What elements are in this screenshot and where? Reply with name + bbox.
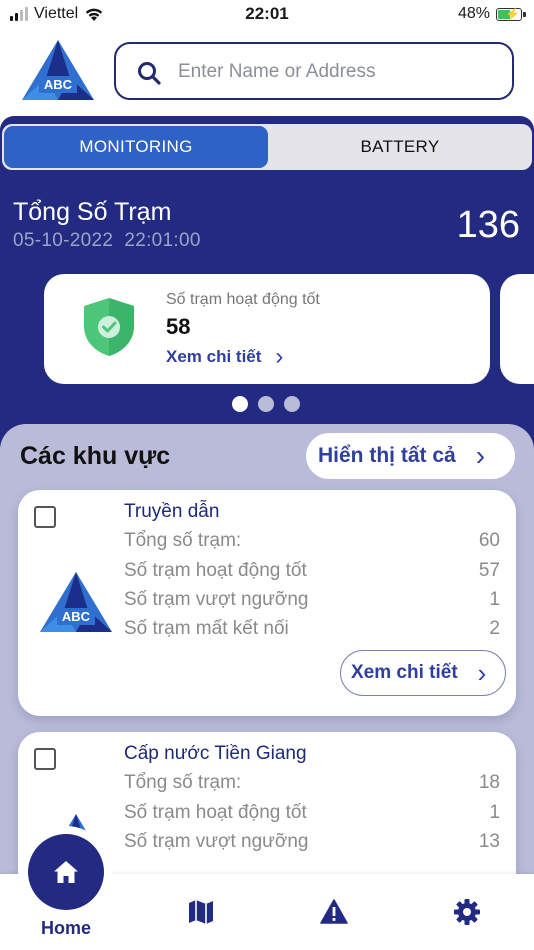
stat-label: Số trạm vượt ngưỡng — [124, 831, 309, 852]
total-stations-title: Tổng Số Trạm — [13, 198, 172, 226]
status-time: 22:01 — [245, 4, 289, 23]
warning-icon[interactable] — [320, 898, 348, 926]
carousel-dot[interactable] — [258, 396, 274, 412]
carousel-dot[interactable] — [284, 396, 300, 412]
area-checkbox[interactable] — [34, 748, 56, 770]
stat-row: Tổng số trạm: 60 — [124, 530, 500, 552]
stat-label: Tổng số trạm: — [124, 530, 242, 551]
stat-row: Số trạm vượt ngưỡng 1 — [124, 589, 500, 611]
stat-label: Số trạm vượt ngưỡng — [124, 589, 309, 610]
stat-label: Số trạm hoạt động tốt — [124, 560, 307, 581]
stat-value: 18 — [478, 772, 500, 793]
battery-percent: 48% — [457, 5, 490, 22]
area-detail-label: Xem chi tiết — [351, 662, 458, 683]
area-detail-button[interactable]: Xem chi tiết › — [340, 650, 506, 696]
status-card[interactable]: Số trạm hoạt động tốt 58 Xem chi tiết › — [44, 274, 490, 384]
home-icon — [54, 861, 78, 883]
stat-value: 2 — [489, 618, 500, 639]
stat-row: Số trạm vượt ngưỡng 13 — [124, 831, 500, 853]
chevron-right-icon: › — [477, 658, 487, 688]
stat-row: Số trạm hoạt động tốt 1 — [124, 802, 500, 824]
area-name: Truyền dẫn — [124, 501, 220, 522]
status-card-detail-label: Xem chi tiết — [166, 347, 262, 366]
tab-bar: MONITORING BATTERY — [2, 124, 532, 170]
stat-value: 57 — [478, 560, 500, 581]
total-stations-datetime: 05-10-2022 22:01:00 — [13, 230, 201, 251]
next-status-card[interactable] — [500, 274, 534, 384]
tab-monitoring[interactable]: MONITORING — [4, 126, 268, 168]
search-box[interactable] — [114, 42, 514, 100]
stat-label: Tổng số trạm: — [124, 772, 242, 793]
chevron-right-icon: › — [275, 343, 284, 370]
area-card[interactable]: ABC Truyền dẫn Tổng số trạm: 60 Số trạm … — [18, 490, 516, 716]
area-checkbox[interactable] — [34, 506, 56, 528]
area-name: Cấp nước Tiền Giang — [124, 743, 307, 764]
map-icon[interactable] — [187, 898, 215, 926]
shield-check-icon — [84, 298, 134, 356]
status-bar: Viettel 22:01 48% ⚡ — [0, 0, 534, 30]
status-card-label: Số trạm hoạt động tốt — [166, 291, 320, 308]
tab-battery[interactable]: BATTERY — [270, 126, 530, 168]
nav-home-label[interactable]: Home — [22, 918, 110, 939]
area-logo: ABC — [40, 572, 112, 632]
stat-label: Số trạm mất kết nối — [124, 618, 289, 639]
logo-text: ABC — [62, 609, 91, 624]
stat-value: 13 — [478, 831, 500, 852]
show-all-button[interactable]: Hiển thị tất cả › — [306, 433, 515, 479]
stat-label: Số trạm hoạt động tốt — [124, 802, 307, 823]
gear-icon[interactable] — [453, 898, 481, 926]
company-logo: ABC — [22, 40, 94, 100]
search-input[interactable] — [178, 54, 498, 90]
status-card-detail-link[interactable]: Xem chi tiết › — [166, 343, 284, 370]
logo-text: ABC — [44, 77, 73, 92]
nav-home-button[interactable] — [28, 834, 104, 910]
carousel-dot[interactable] — [232, 396, 248, 412]
stat-value: 1 — [489, 589, 500, 610]
show-all-label: Hiển thị tất cả — [318, 444, 456, 467]
status-card-value: 58 — [166, 314, 191, 339]
total-stations-count: 136 — [456, 204, 520, 246]
battery-icon: ⚡ — [496, 7, 526, 21]
search-icon[interactable] — [136, 60, 162, 86]
areas-title: Các khu vực — [20, 442, 171, 470]
chevron-right-icon: › — [475, 440, 486, 471]
stat-value: 60 — [478, 530, 500, 551]
stat-value: 1 — [489, 802, 500, 823]
carousel-dots — [232, 396, 300, 412]
stat-row: Số trạm hoạt động tốt 57 — [124, 560, 500, 582]
areas-section: Các khu vực Hiển thị tất cả › ABC Truyền… — [0, 424, 534, 876]
stat-row: Số trạm mất kết nối 2 — [124, 618, 500, 640]
stat-row: Tổng số trạm: 18 — [124, 772, 500, 794]
status-right: 48% ⚡ — [457, 5, 526, 23]
